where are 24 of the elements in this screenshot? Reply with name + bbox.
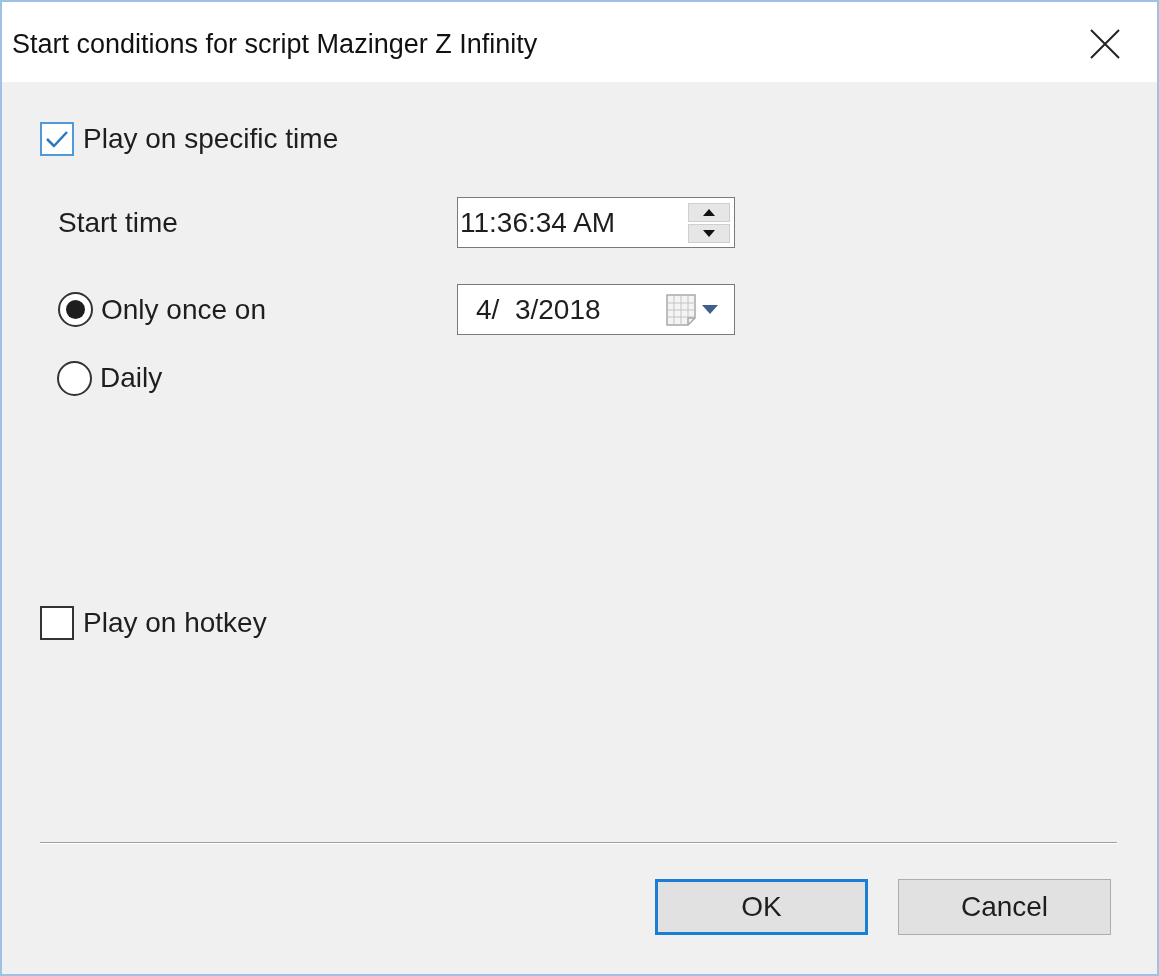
caret-icon (702, 305, 718, 314)
dialog-button[interactable]: OK (655, 879, 868, 935)
spin-up-button[interactable] (688, 202, 730, 222)
window-title: Start conditions for script Mazinger Z Infinity (12, 28, 538, 61)
date-field[interactable]: 4/ 3/2018 (457, 284, 735, 335)
radio-label[interactable]: Only once on (101, 292, 266, 327)
start-time-label: Start time (58, 205, 178, 240)
dialog-button[interactable]: Cancel (898, 879, 1111, 935)
spin-down-button[interactable] (688, 223, 730, 243)
close-button[interactable] (1090, 29, 1120, 59)
radio-button[interactable] (57, 360, 92, 396)
time-field[interactable]: 11:36:34 AM (457, 197, 735, 248)
up-triangle-icon (703, 208, 715, 216)
calendar-dropdown-button[interactable] (666, 293, 718, 326)
checkbox[interactable] (40, 122, 74, 156)
checkbox-label[interactable]: Play on specific time (83, 122, 339, 156)
checkbox-label[interactable]: Play on hotkey (83, 606, 267, 640)
radio-button[interactable] (58, 292, 93, 327)
radio-label[interactable]: Daily (100, 361, 163, 395)
check-icon (45, 130, 69, 148)
close-icon (1090, 29, 1120, 59)
down-triangle-icon (703, 229, 715, 237)
checkbox[interactable] (40, 606, 74, 640)
calendar-icon (666, 293, 696, 326)
